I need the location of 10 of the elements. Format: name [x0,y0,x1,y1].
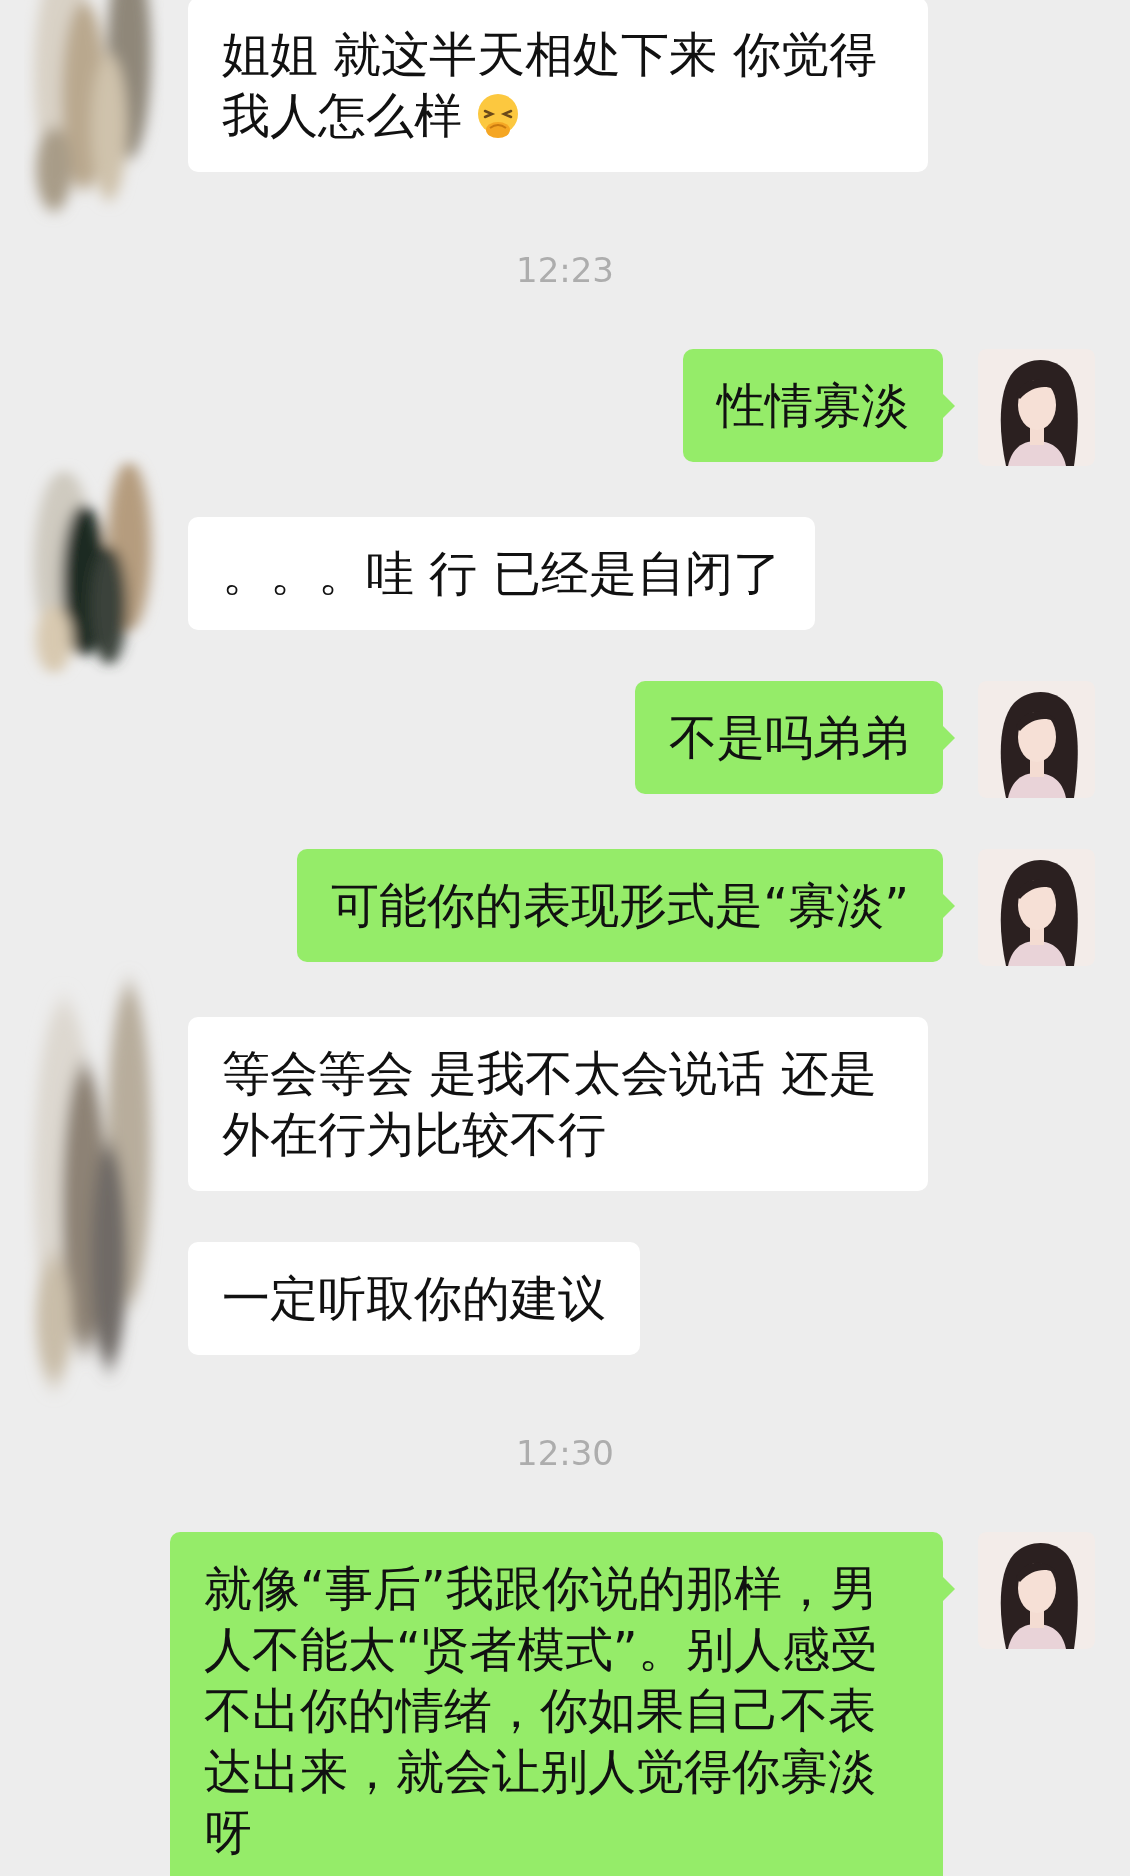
message-text: 性情寡淡 [717,377,909,433]
message-text: 。。。哇 行 已经是自闭了 [222,545,781,601]
timestamp: 12:30 [516,1433,614,1473]
message-text: 姐姐 就这半天相处下来 你觉得我人怎么样 [222,26,877,143]
timestamp: 12:23 [516,250,614,290]
message-text: 一定听取你的建议 [222,1270,606,1326]
message-text: 不是吗弟弟 [669,709,909,765]
message-text: 可能你的表现形式是“寡淡” [331,877,909,933]
message-text: 就像“事后”我跟你说的那样，男人不能太“贤者模式”。别人感受不出你的情绪，你如果自己不表达出来，就会让别人觉得你寡淡呀 [204,1560,878,1860]
message-text: 等会等会 是我不太会说话 还是外在行为比较不行 [222,1045,877,1162]
